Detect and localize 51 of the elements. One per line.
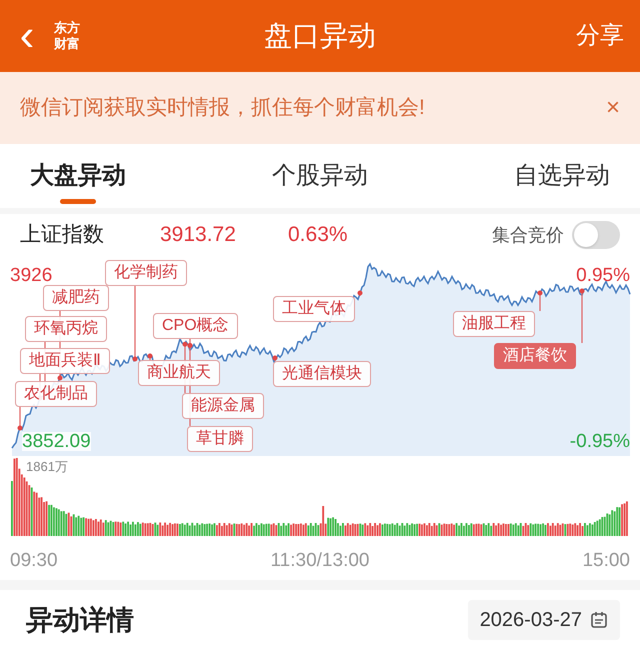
high-percent-label: 0.95% <box>576 266 630 285</box>
tab-indicator <box>60 199 96 204</box>
calendar-icon <box>590 611 608 629</box>
share-button[interactable]: 分享 <box>576 18 628 54</box>
leader-line <box>539 293 541 311</box>
event-tag[interactable]: CPO概念 <box>153 313 238 339</box>
tab[interactable]: 自选异动 <box>514 144 610 208</box>
event-tag[interactable]: 农化制品 <box>15 381 97 407</box>
index-change: 0.63% <box>288 222 348 248</box>
volume-max-label: 1861万 <box>26 460 68 473</box>
event-tag[interactable]: 化学制药 <box>105 260 187 286</box>
toggle-label: 集合竞价 <box>492 224 564 246</box>
tab[interactable]: 个股异动 <box>272 144 368 208</box>
event-tag[interactable]: 酒店餐饮 <box>494 343 576 369</box>
close-button[interactable]: × <box>606 96 620 120</box>
banner-text: 微信订阅获取实时情报，抓住每个财富机会! <box>20 95 425 122</box>
time-label: 11:30/13:00 <box>270 548 370 573</box>
event-tag[interactable]: 商业航天 <box>138 360 220 386</box>
tab[interactable]: 大盘异动 <box>30 144 126 208</box>
event-tag[interactable]: 工业气体 <box>273 296 355 322</box>
auction-toggle[interactable] <box>572 221 620 249</box>
back-button[interactable]: ‹ <box>12 14 42 58</box>
event-tag[interactable]: 光通信模块 <box>273 361 371 387</box>
time-label: 15:00 <box>582 548 630 573</box>
event-dot <box>580 288 584 294</box>
event-tag[interactable]: 油服工程 <box>453 311 535 337</box>
section-title: 异动详情 <box>26 604 134 637</box>
index-price: 3913.72 <box>160 222 237 248</box>
event-tag[interactable]: 能源金属 <box>182 393 264 419</box>
index-name: 上证指数 <box>20 222 105 248</box>
low-percent-label: -0.95% <box>570 432 630 451</box>
leader-line <box>19 407 21 428</box>
event-dot <box>358 290 362 296</box>
high-label: 3926 <box>10 266 52 285</box>
logo-text: 财富 <box>54 36 80 52</box>
event-tag[interactable]: 环氧丙烷 <box>25 316 107 342</box>
event-dot <box>18 426 22 430</box>
event-tag[interactable]: 地面兵装Ⅱ <box>20 348 110 374</box>
event-tag[interactable]: 草甘膦 <box>187 426 253 452</box>
low-label: 3852.09 <box>22 432 91 451</box>
time-label: 09:30 <box>10 548 58 573</box>
event-dot <box>148 354 152 358</box>
event-dot <box>538 290 542 296</box>
date-picker[interactable]: 2026-03-27 <box>468 600 620 640</box>
event-dot <box>132 356 138 362</box>
event-dot <box>272 356 278 360</box>
logo-text: 东方 <box>54 20 80 36</box>
page-title: 盘口异动 <box>264 19 376 53</box>
event-tag[interactable]: 减肥药 <box>43 285 109 311</box>
event-dot <box>58 376 62 380</box>
leader-line <box>581 291 583 343</box>
